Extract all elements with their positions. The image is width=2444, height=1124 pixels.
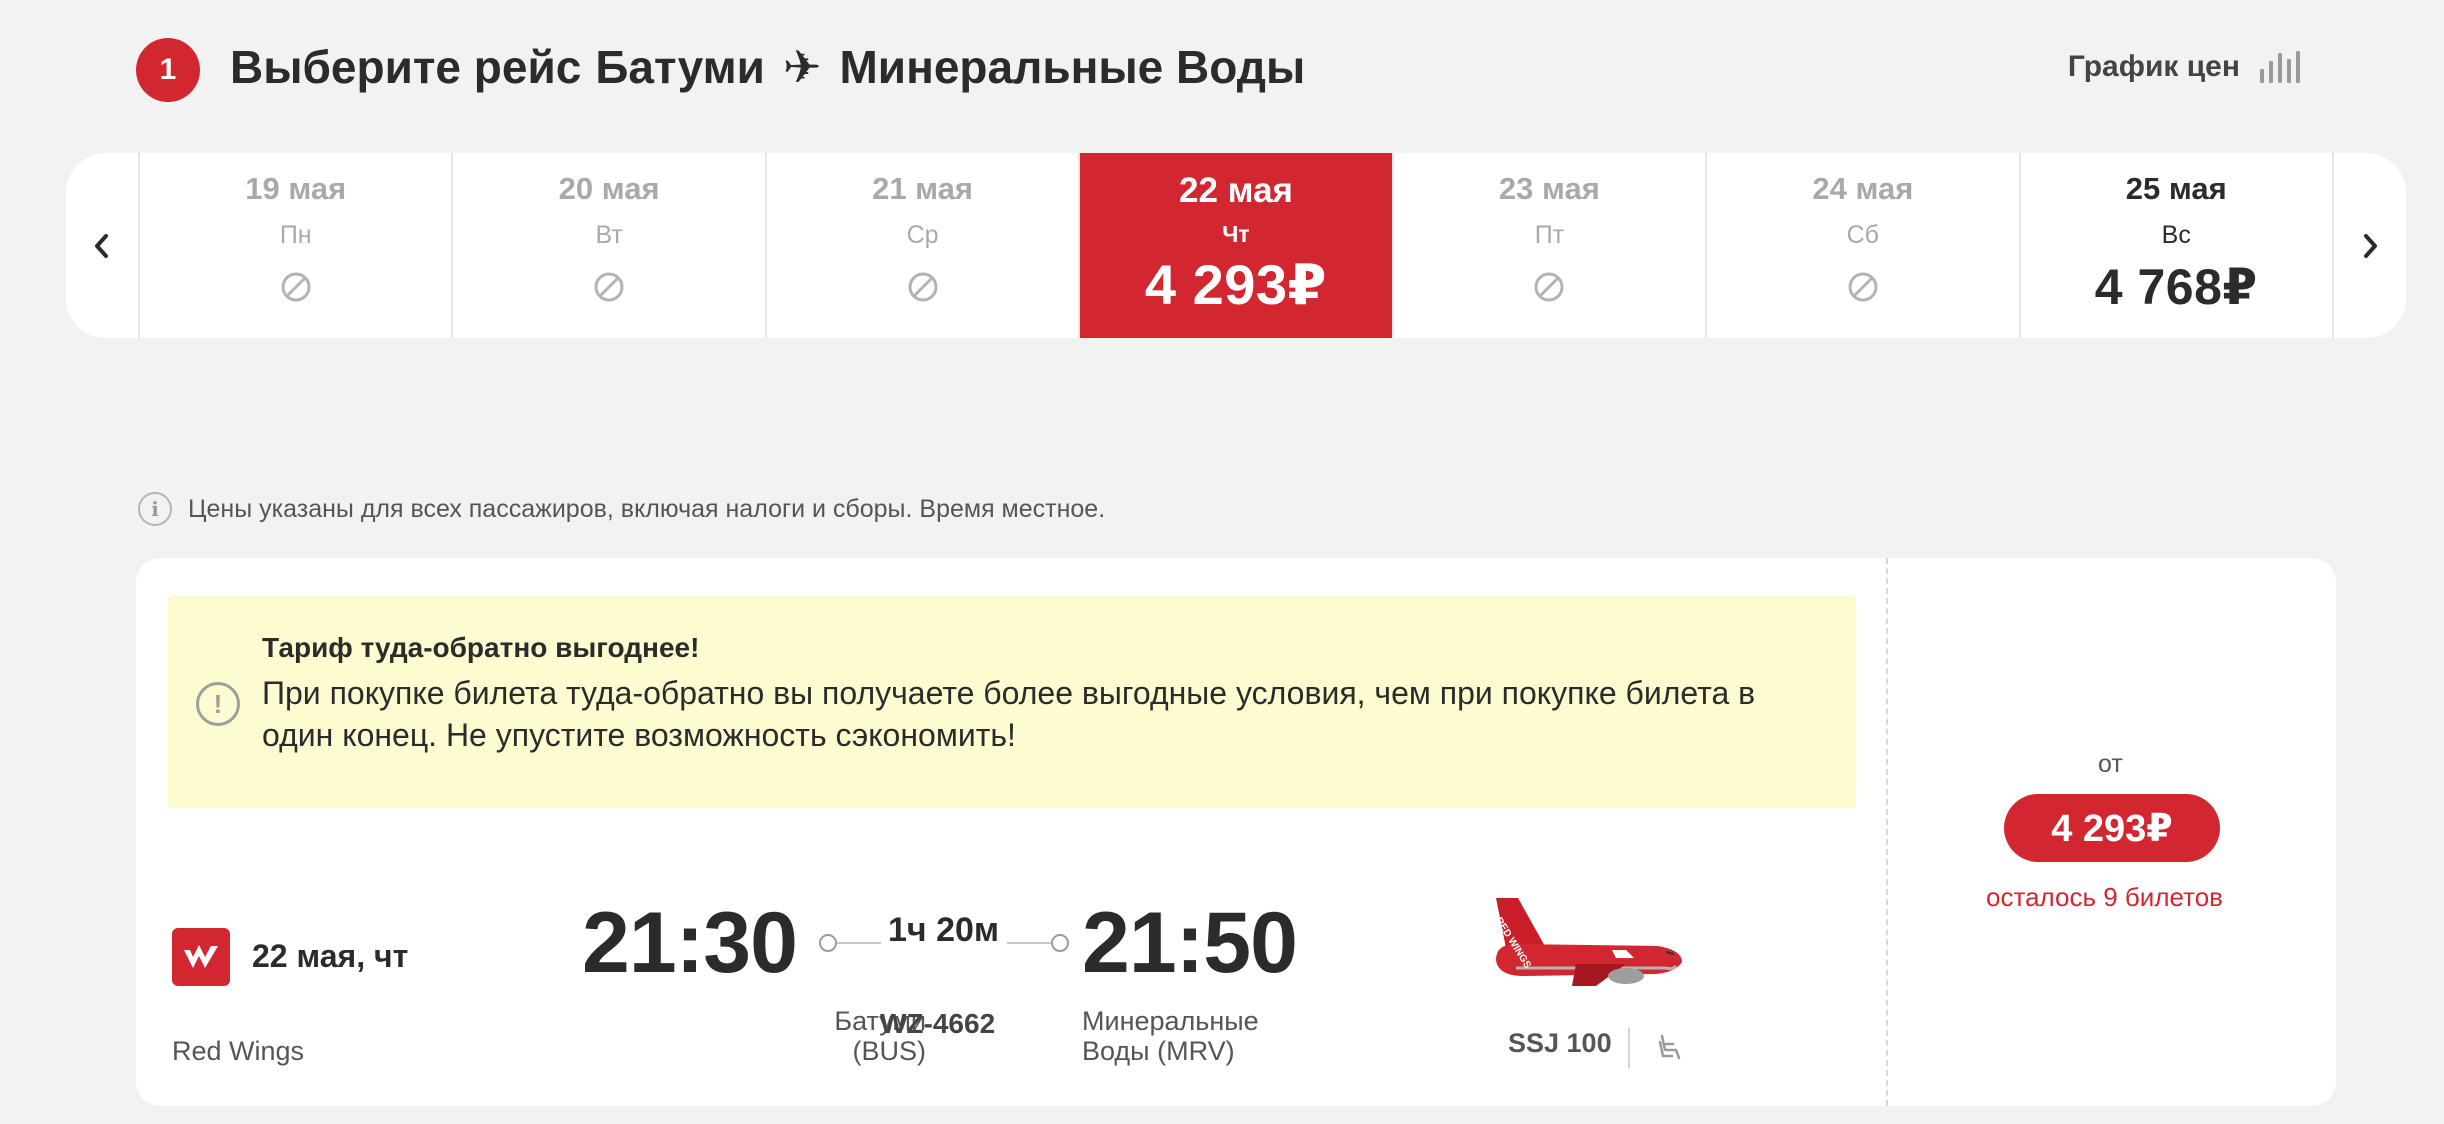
weekday-label: Чт [1222,221,1250,247]
weekday-label: Вс [2161,221,2191,249]
route-segment [837,942,881,944]
next-dates-button[interactable] [2334,153,2406,338]
date-price: 4 293₽ [1144,253,1328,316]
no-flights-icon [1534,272,1564,302]
date-label: 22 мая [1178,171,1293,210]
date-option[interactable]: 21 мая Ср [764,153,1078,338]
price-from-label: от [2098,750,2123,778]
arrival-time: 21:50 [1082,895,1298,991]
price-chart-link[interactable]: График цен [2068,50,2300,84]
weekday-label: Пт [1534,221,1565,249]
no-flights-icon [908,272,938,302]
flight-date: 22 мая, чт [252,938,409,974]
seats-left-text: осталось 9 билетов [1986,882,2223,912]
date-label: 20 мая [558,171,660,206]
date-price: 4 768₽ [2094,259,2258,315]
date-label: 24 мая [1812,171,1914,206]
info-icon: i [138,492,172,526]
chevron-right-icon [2364,233,2377,258]
origin-city: Батуми [595,41,765,93]
date-option[interactable]: 25 мая Вс 4 768₽ [2018,153,2334,338]
chevron-left-icon [95,233,108,258]
weekday-label: Сб [1846,221,1879,249]
bar-chart-icon [2260,51,2300,83]
price-info-note: i Цены указаны для всех пассажиров, вклю… [138,492,1105,526]
info-note-text: Цены указаны для всех пассажиров, включа… [188,494,1106,523]
no-flights-icon [1848,272,1878,302]
destination-dot [1051,934,1069,952]
price-chart-label: График цен [2067,50,2240,83]
arrival-city-code: Воды (MRV) [1082,1036,1235,1066]
date-label: 19 мая [245,171,347,206]
weekday-label: Вт [595,221,623,249]
flight-number: WZ-4662 [880,1008,996,1039]
weekday-label: Ср [906,221,939,249]
arrival-city-name: Минеральные [1082,1006,1259,1036]
airline-logo [172,928,230,986]
airline-name: Red Wings [172,1036,305,1066]
aircraft-separator [1628,1028,1630,1068]
date-option[interactable]: 19 мая Пн [138,153,451,338]
arrival-city: Минеральные Воды (MRV) [1082,1006,1342,1066]
aircraft-type: SSJ 100 [1508,1028,1612,1058]
promo-title: Тариф туда-обратно выгоднее! [262,632,700,663]
date-label: 21 мая [872,171,974,206]
route-segment [1007,942,1051,944]
weekday-label: Пн [279,221,312,249]
date-label: 23 мая [1498,171,1600,206]
departure-time: 21:30 [582,895,798,991]
promo-text: При покупке билета туда-обратно вы получ… [262,675,1756,753]
date-option[interactable]: 20 мая Вт [451,153,764,338]
flight-duration: 1ч 20м [888,911,1000,949]
no-flights-icon [281,272,311,302]
red-wings-logo-icon [184,945,218,968]
aircraft-image: RED WINGS [1493,898,1682,986]
round-trip-promo: ! Тариф туда-обратно выгоднее! При покуп… [168,596,1856,808]
no-flights-icon [594,272,624,302]
flight-card[interactable]: ! Тариф туда-обратно выгоднее! При покуп… [136,558,2336,1106]
exclamation-icon: ! [196,682,240,726]
destination-city: Минеральные Воды [839,41,1306,93]
date-label: 25 мая [2125,171,2227,206]
date-option[interactable]: 24 мая Сб [1705,153,2018,338]
card-divider [1886,558,1888,1106]
date-option[interactable]: 23 мая Пт [1391,153,1705,338]
title-prefix: Выберите рейс [230,41,582,93]
prev-dates-button[interactable] [66,153,138,338]
date-strip: 19 мая Пн 20 мая Вт 21 мая Ср 22 мая Чт … [66,153,2406,338]
departure-city-code: (BUS) [852,1036,927,1066]
page-title: Выберите рейс Батуми ✈ Минеральные Воды [230,40,1305,94]
seat-icon[interactable] [1654,1032,1684,1062]
origin-dot [819,934,837,952]
step-number-badge: 1 [136,38,200,102]
plane-icon: ✈ [782,41,822,93]
select-fare-button[interactable]: 4 293₽ [2004,794,2220,862]
date-option-selected[interactable]: 22 мая Чт 4 293₽ [1078,153,1392,338]
date-list: 19 мая Пн 20 мая Вт 21 мая Ср 22 мая Чт … [138,153,2334,338]
